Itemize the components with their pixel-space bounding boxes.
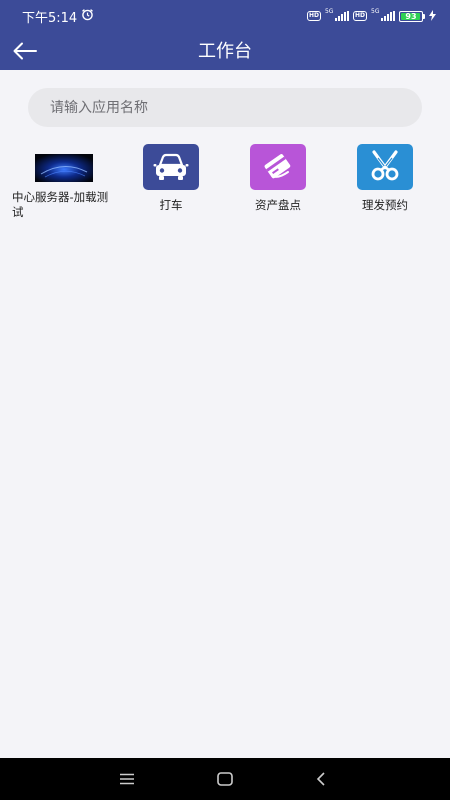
app-item-server-test[interactable]: 中心服务器-加载测试 xyxy=(8,144,120,220)
hd-badge: HD xyxy=(352,11,367,21)
app-bar: 工作台 xyxy=(0,32,450,70)
app-label: 打车 xyxy=(159,198,183,212)
home-icon xyxy=(217,772,233,786)
signal-icon: 5G xyxy=(371,8,395,21)
status-time: 下午5:14 xyxy=(22,10,78,26)
menu-button[interactable] xyxy=(114,767,140,791)
asset-card-icon xyxy=(250,144,306,190)
network-type: 5G xyxy=(371,8,380,15)
app-item-asset-inventory[interactable]: 资产盘点 xyxy=(222,144,334,213)
battery-level: 93 xyxy=(405,11,417,21)
search-input[interactable] xyxy=(28,88,422,127)
hd-badge: HD xyxy=(306,11,321,21)
battery-icon: 93 xyxy=(399,10,425,22)
back-nav-button[interactable] xyxy=(308,767,334,791)
app-label: 资产盘点 xyxy=(255,198,301,212)
signal-icon: 5G xyxy=(324,8,349,21)
server-thumbnail-icon xyxy=(35,154,93,182)
app-label: 中心服务器-加载测试 xyxy=(12,190,109,219)
status-bar: 下午5:14 HD 5G HD 5G 93 xyxy=(0,0,450,32)
car-icon xyxy=(143,144,199,190)
menu-icon xyxy=(120,773,134,785)
network-type: 5G xyxy=(324,8,334,15)
charging-icon xyxy=(429,9,436,23)
scissors-icon xyxy=(357,144,413,190)
app-item-haircut-booking[interactable]: 理发预约 xyxy=(329,144,441,213)
app-item-taxi[interactable]: 打车 xyxy=(115,144,227,213)
chevron-left-icon xyxy=(316,772,325,786)
system-nav-bar xyxy=(0,758,450,800)
alarm-icon xyxy=(81,8,94,25)
app-label: 理发预约 xyxy=(362,198,408,212)
home-button[interactable] xyxy=(212,767,238,791)
page-title: 工作台 xyxy=(198,41,252,62)
